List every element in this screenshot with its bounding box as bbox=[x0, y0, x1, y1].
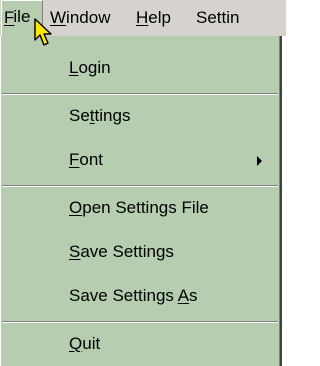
menu-help-label: Help bbox=[136, 8, 171, 27]
menu-separator bbox=[2, 93, 278, 95]
menu-item-settings-label: Settings bbox=[69, 106, 131, 125]
menu-help[interactable]: Help bbox=[133, 0, 174, 36]
menu-item-settings[interactable]: Settings bbox=[1, 103, 279, 129]
menu-item-login[interactable]: Login bbox=[1, 55, 279, 81]
menu-item-font[interactable]: Font bbox=[1, 147, 279, 173]
menu-item-save-settings[interactable]: Save Settings bbox=[1, 239, 279, 265]
menu-item-login-label: Login bbox=[69, 58, 111, 77]
menu-item-font-label: Font bbox=[69, 150, 104, 169]
menu-item-save-settings-as-label: Save Settings As bbox=[69, 286, 198, 305]
arrow-cursor-icon bbox=[34, 18, 52, 46]
menu-item-save-settings-label: Save Settings bbox=[69, 242, 174, 261]
menu-item-open-settings-file[interactable]: Open Settings File bbox=[1, 195, 279, 221]
menu-item-save-settings-as[interactable]: Save Settings As bbox=[1, 283, 279, 309]
menu-item-open-settings-file-label: Open Settings File bbox=[69, 198, 209, 217]
menu-item-quit[interactable]: Quit bbox=[1, 331, 279, 357]
file-dropdown-menu: Login Settings Font Open Settings File S… bbox=[0, 36, 282, 366]
menu-item-quit-label: Quit bbox=[69, 334, 101, 353]
menu-window[interactable]: Window bbox=[47, 0, 113, 36]
menu-file-label: File bbox=[4, 7, 31, 27]
triangle-right-icon bbox=[257, 156, 262, 166]
menu-separator bbox=[2, 185, 278, 187]
menu-settings[interactable]: Settin bbox=[193, 0, 242, 36]
menu-settings-label: Settin bbox=[196, 8, 240, 27]
menu-separator bbox=[2, 321, 278, 323]
menu-window-label: Window bbox=[50, 8, 111, 27]
